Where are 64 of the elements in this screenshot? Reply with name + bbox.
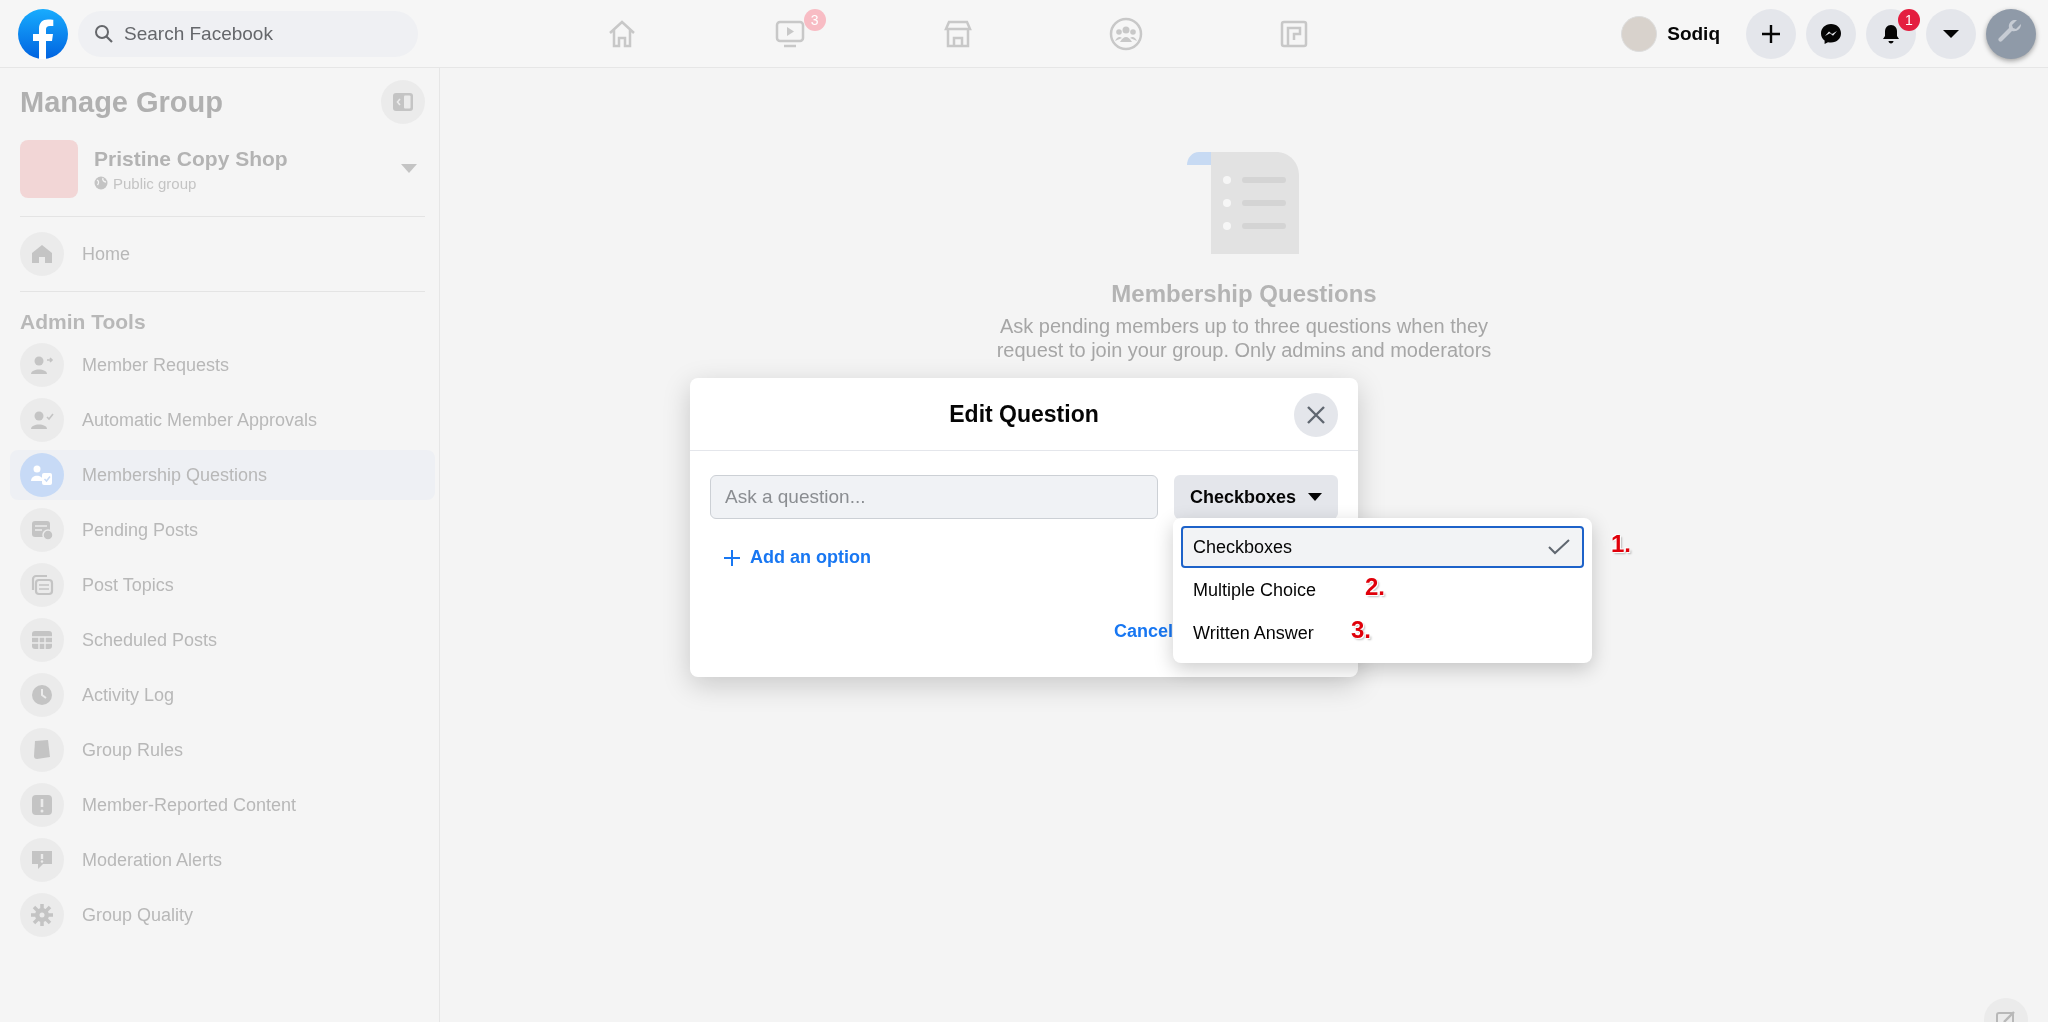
caret-icon: [1308, 492, 1322, 502]
square-frame-icon: [1278, 18, 1309, 49]
empty-state-title: Membership Questions: [1111, 280, 1377, 308]
bell-icon: [1880, 22, 1902, 45]
sidebar-item[interactable]: Post Topics: [10, 560, 435, 610]
groups-icon: [1108, 16, 1143, 51]
calendar-icon: [30, 628, 54, 652]
avatar-placeholder: [1621, 15, 1658, 52]
sidebar-item[interactable]: Group Quality: [10, 890, 435, 940]
panel-icon: [392, 92, 414, 112]
speech-bubble-icon: [30, 848, 54, 872]
document-clock-icon: [30, 518, 54, 542]
sidebar-item[interactable]: Member Requests: [10, 340, 435, 390]
toolbar-button[interactable]: [1746, 8, 1796, 59]
notification-count: 1: [1898, 8, 1920, 31]
step-number: 1.: [1611, 530, 1631, 558]
question-type-dropdown[interactable]: Checkboxes: [1173, 475, 1338, 519]
house-icon: [30, 242, 54, 266]
video-icon: [773, 18, 806, 49]
nav-tab[interactable]: 3: [705, 5, 874, 62]
cancel-button[interactable]: Cancel: [1114, 621, 1174, 642]
sidebar-item[interactable]: Home: [10, 229, 435, 279]
sidebar-item[interactable]: Pending Posts: [10, 505, 435, 555]
step-number: 3.: [1351, 616, 1371, 644]
toolbar-button[interactable]: [1806, 8, 1856, 59]
close-icon: [1306, 405, 1326, 425]
section-heading: Admin Tools: [20, 310, 147, 334]
empty-state-description: Ask pending members up to three questions when they request to join your group. Only admins and moderators: [995, 314, 1493, 362]
menu-option[interactable]: Written Answer 3.: [1181, 612, 1584, 654]
caret-icon[interactable]: [401, 164, 417, 174]
step-number: 2.: [1365, 573, 1385, 601]
dialog-title: Edit Question: [949, 400, 1099, 428]
clock-icon: [30, 683, 54, 707]
facebook-logo[interactable]: [18, 8, 68, 59]
globe-icon: [94, 176, 108, 190]
sidebar-item[interactable]: Moderation Alerts: [10, 835, 435, 885]
sidebar-title: Manage Group: [20, 85, 223, 119]
sidebar-item[interactable]: Automatic Member Approvals: [10, 395, 435, 445]
collapse-button[interactable]: [381, 80, 425, 124]
plus-icon: [1761, 23, 1781, 44]
sidebar-item[interactable]: Scheduled Posts: [10, 615, 435, 665]
sidebar-item[interactable]: Group Rules: [10, 725, 435, 775]
close-button[interactable]: [1294, 393, 1338, 437]
search-field[interactable]: Search Facebook: [78, 10, 418, 57]
document-list-icon: [1187, 152, 1301, 256]
notification-count: 3: [803, 8, 826, 31]
question-field[interactable]: Ask a question...: [710, 475, 1158, 519]
person-checklist-icon: [30, 463, 54, 487]
gear-icon: [30, 903, 54, 927]
add-option-link[interactable]: Add an option: [724, 547, 871, 568]
toolbar-button[interactable]: [1926, 8, 1976, 59]
sidebar-item[interactable]: Membership Questions: [10, 450, 435, 500]
messenger-icon: [1819, 21, 1843, 46]
caret-icon: [1942, 27, 1960, 40]
plus-icon: [724, 549, 740, 566]
menu-option[interactable]: Multiple Choice 2.: [1181, 569, 1584, 611]
checkmark-icon: [1548, 539, 1570, 555]
group-photo-placeholder: [20, 140, 78, 198]
profile-link[interactable]: Sodiq: [1617, 11, 1730, 56]
sidebar-item[interactable]: Member-Reported Content: [10, 780, 435, 830]
group-name[interactable]: Pristine Copy Shop: [94, 146, 385, 171]
stacked-cards-icon: [30, 573, 54, 597]
exclamation-icon: [30, 793, 54, 817]
sidebar-item[interactable]: Activity Log: [10, 670, 435, 720]
